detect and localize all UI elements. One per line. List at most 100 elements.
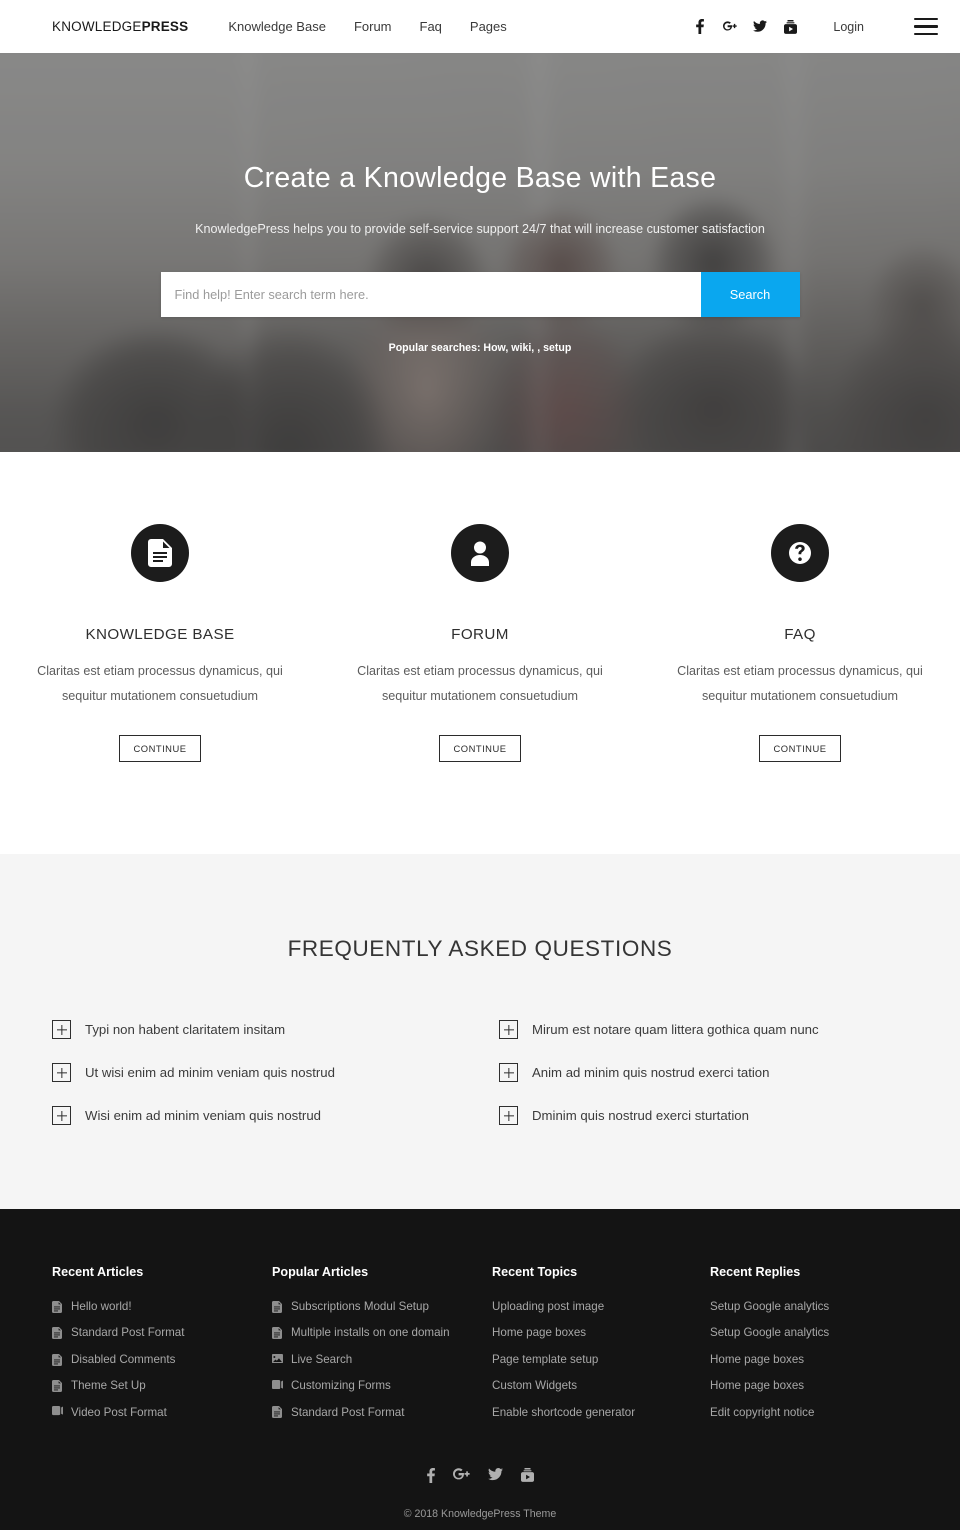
footer-link[interactable]: Edit copyright notice <box>710 1404 908 1421</box>
header-right-group: Login <box>693 17 938 36</box>
footer-link-list: Setup Google analytics Setup Google anal… <box>710 1298 908 1421</box>
footer-column-title: Popular Articles <box>272 1265 369 1280</box>
continue-button[interactable]: CONTINUE <box>118 735 202 763</box>
footer-link-label: Customizing Forms <box>291 1379 391 1393</box>
faq-item[interactable]: Anim ad minim quis nostrud exerci tation <box>499 1063 908 1083</box>
document-icon <box>272 1300 283 1313</box>
list-item: Subscriptions Modul Setup <box>272 1298 492 1315</box>
list-item: Multiple installs on one domain <box>272 1324 492 1341</box>
youtube-icon[interactable] <box>520 1468 534 1488</box>
document-icon <box>52 1379 63 1392</box>
google-plus-icon[interactable] <box>452 1468 470 1488</box>
faq-question: Wisi enim ad minim veniam quis nostrud <box>85 1108 321 1124</box>
footer-link[interactable]: Disabled Comments <box>52 1351 272 1368</box>
hero-search-bar: Search <box>160 272 800 318</box>
login-link[interactable]: Login <box>833 20 864 34</box>
google-plus-icon[interactable] <box>723 19 738 35</box>
footer-link-label: Standard Post Format <box>71 1326 185 1340</box>
nav-item-faq[interactable]: Faq <box>420 19 442 34</box>
footer-link-label: Disabled Comments <box>71 1352 176 1366</box>
continue-button[interactable]: CONTINUE <box>438 735 522 763</box>
logo-text-light: KNOWLEDGE <box>52 19 142 34</box>
footer-link-list: Hello world! Standard Post Format Disabl… <box>52 1298 272 1421</box>
list-item: Custom Widgets <box>492 1377 710 1394</box>
list-item: Hello world! <box>52 1298 272 1315</box>
footer-link[interactable]: Setup Google analytics <box>710 1324 908 1341</box>
popular-searches-text: Popular searches: How, wiki, , setup <box>388 342 572 355</box>
hamburger-bar <box>914 32 938 36</box>
hero-section: Create a Knowledge Base with Ease Knowle… <box>0 53 960 452</box>
footer-link-label: Video Post Format <box>71 1405 167 1419</box>
feature-card-knowledge-base: KNOWLEDGE BASE Claritas est etiam proces… <box>0 524 320 763</box>
footer-link-label: Live Search <box>291 1352 353 1366</box>
twitter-icon[interactable] <box>753 19 768 35</box>
footer-link-label: Multiple installs on one domain <box>291 1326 450 1340</box>
faq-item[interactable]: Ut wisi enim ad minim veniam quis nostru… <box>52 1063 461 1083</box>
footer-column-title: Recent Articles <box>52 1265 144 1280</box>
document-icon <box>131 524 189 582</box>
plus-icon[interactable] <box>52 1106 71 1126</box>
footer-link-label: Standard Post Format <box>291 1405 405 1419</box>
footer-link[interactable]: Uploading post image <box>492 1298 710 1315</box>
list-item: Disabled Comments <box>52 1351 272 1368</box>
feature-card-faq: FAQ Claritas est etiam processus dynamic… <box>640 524 960 763</box>
plus-icon[interactable] <box>499 1020 518 1040</box>
continue-button[interactable]: CONTINUE <box>758 735 842 763</box>
list-item: Setup Google analytics <box>710 1324 908 1341</box>
list-item: Page template setup <box>492 1351 710 1368</box>
search-button[interactable]: Search <box>700 272 800 318</box>
footer-column-recent-topics: Recent Topics Uploading post image Home … <box>492 1265 710 1430</box>
footer-link[interactable]: Theme Set Up <box>52 1377 272 1394</box>
site-logo[interactable]: KNOWLEDGEPRESS <box>52 19 188 34</box>
footer-link[interactable]: Subscriptions Modul Setup <box>272 1298 492 1315</box>
plus-icon[interactable] <box>499 1106 518 1126</box>
footer-link-label: Hello world! <box>71 1300 132 1314</box>
footer-link[interactable]: Setup Google analytics <box>710 1298 908 1315</box>
hamburger-menu-icon[interactable] <box>914 17 938 36</box>
list-item: Enable shortcode generator <box>492 1404 710 1421</box>
list-item: Home page boxes <box>492 1324 710 1341</box>
youtube-icon[interactable] <box>783 19 797 35</box>
facebook-icon[interactable] <box>693 19 707 35</box>
faq-item[interactable]: Typi non habent claritatem insitam <box>52 1020 461 1040</box>
twitter-icon[interactable] <box>487 1468 503 1488</box>
footer-link[interactable]: Live Search <box>272 1351 492 1368</box>
faq-item[interactable]: Dminim quis nostrud exerci sturtation <box>499 1106 908 1126</box>
footer-link[interactable]: Enable shortcode generator <box>492 1404 710 1421</box>
list-item: Customizing Forms <box>272 1377 492 1394</box>
footer-link[interactable]: Custom Widgets <box>492 1377 710 1394</box>
faq-item[interactable]: Wisi enim ad minim veniam quis nostrud <box>52 1106 461 1126</box>
nav-item-forum[interactable]: Forum <box>354 19 392 34</box>
nav-item-knowledge-base[interactable]: Knowledge Base <box>228 19 326 34</box>
footer-link[interactable]: Home page boxes <box>710 1351 908 1368</box>
main-navigation: Knowledge Base Forum Faq Pages <box>228 19 506 34</box>
video-icon <box>272 1379 283 1392</box>
plus-icon[interactable] <box>499 1063 518 1083</box>
search-input[interactable] <box>160 272 701 318</box>
footer-link[interactable]: Multiple installs on one domain <box>272 1324 492 1341</box>
footer-column-title: Recent Replies <box>710 1265 801 1280</box>
footer-link[interactable]: Customizing Forms <box>272 1377 492 1394</box>
footer-link-list: Uploading post image Home page boxes Pag… <box>492 1298 710 1421</box>
feature-card-forum: FORUM Claritas est etiam processus dynam… <box>320 524 640 763</box>
feature-description: Claritas est etiam processus dynamicus, … <box>677 664 923 703</box>
site-footer: Recent Articles Hello world! Standard Po… <box>0 1209 960 1530</box>
plus-icon[interactable] <box>52 1063 71 1083</box>
footer-column-recent-articles: Recent Articles Hello world! Standard Po… <box>52 1265 272 1430</box>
footer-link[interactable]: Standard Post Format <box>52 1324 272 1341</box>
plus-icon[interactable] <box>52 1020 71 1040</box>
facebook-icon[interactable] <box>426 1468 435 1488</box>
footer-link[interactable]: Home page boxes <box>710 1377 908 1394</box>
nav-item-pages[interactable]: Pages <box>470 19 507 34</box>
user-icon <box>451 524 509 582</box>
hamburger-bar <box>914 25 938 28</box>
faq-item[interactable]: Mirum est notare quam littera gothica qu… <box>499 1020 908 1040</box>
footer-link[interactable]: Home page boxes <box>492 1324 710 1341</box>
footer-link[interactable]: Hello world! <box>52 1298 272 1315</box>
faq-question: Mirum est notare quam littera gothica qu… <box>532 1022 819 1038</box>
footer-link[interactable]: Page template setup <box>492 1351 710 1368</box>
footer-link[interactable]: Standard Post Format <box>272 1404 492 1421</box>
list-item: Edit copyright notice <box>710 1404 908 1421</box>
list-item: Home page boxes <box>710 1351 908 1368</box>
footer-link[interactable]: Video Post Format <box>52 1404 272 1421</box>
